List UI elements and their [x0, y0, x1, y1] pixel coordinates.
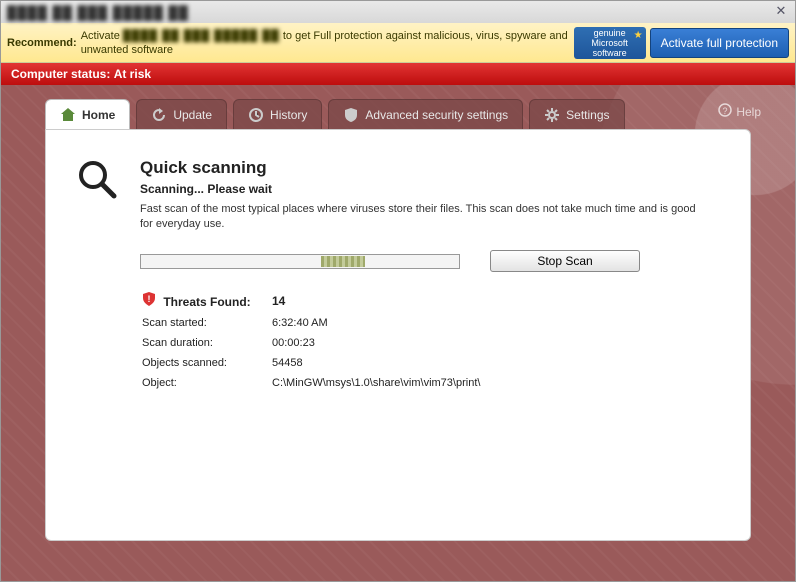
threats-found-label: Threats Found:: [163, 295, 250, 309]
content-panel: Quick scanning Scanning... Please wait F…: [45, 129, 751, 541]
scan-started-value: 6:32:40 AM: [272, 317, 328, 329]
window-titlebar: ████ ██ ███ █████ ██ ✕: [1, 1, 795, 23]
tab-update-label: Update: [173, 108, 212, 122]
history-icon: [248, 107, 264, 123]
svg-text:!: !: [148, 294, 151, 304]
threats-found-value: 14: [272, 294, 285, 308]
stop-scan-button[interactable]: Stop Scan: [490, 250, 640, 272]
tab-history[interactable]: History: [233, 99, 322, 129]
genuine-line2: Microsoft: [591, 38, 628, 48]
genuine-badge: ★ genuine Microsoft software: [574, 27, 646, 59]
scan-duration-value: 00:00:23: [272, 337, 315, 349]
scan-description: Fast scan of the most typical places whe…: [140, 202, 700, 232]
scan-title: Quick scanning: [140, 158, 720, 178]
help-label: Help: [736, 105, 761, 119]
objects-scanned-label: Objects scanned:: [142, 357, 272, 369]
shield-icon: [343, 107, 359, 123]
recommend-text: Activate ████ ██ ███ █████ ██ to get Ful…: [81, 29, 574, 57]
help-link[interactable]: ? Help: [718, 103, 761, 120]
current-object-row: Object: C:\MinGW\msys\1.0\share\vim\vim7…: [142, 377, 720, 389]
help-icon: ?: [718, 103, 732, 120]
scan-progress-bar: [140, 254, 460, 269]
activate-full-protection-button[interactable]: Activate full protection: [650, 28, 789, 58]
scan-started-label: Scan started:: [142, 317, 272, 329]
current-object-value: C:\MinGW\msys\1.0\share\vim\vim73\print\: [272, 377, 480, 389]
tab-update[interactable]: Update: [136, 99, 227, 129]
recommend-text-blur: ████ ██ ███ █████ ██: [123, 30, 280, 42]
magnifier-icon: [76, 158, 122, 397]
home-icon: [60, 107, 76, 123]
scan-started-row: Scan started: 6:32:40 AM: [142, 317, 720, 329]
scan-duration-row: Scan duration: 00:00:23: [142, 337, 720, 349]
tab-settings-label: Settings: [566, 108, 609, 122]
star-icon: ★: [634, 30, 643, 41]
threats-found-row: ! Threats Found: 14: [142, 292, 720, 309]
recommend-bar: Recommend: Activate ████ ██ ███ █████ ██…: [1, 23, 795, 63]
objects-scanned-value: 54458: [272, 357, 303, 369]
window-title: ████ ██ ███ █████ ██: [7, 5, 773, 20]
threat-shield-icon: !: [142, 292, 156, 306]
scan-stats: ! Threats Found: 14 Scan started: 6:32:4…: [142, 292, 720, 389]
close-icon[interactable]: ✕: [773, 5, 789, 19]
scan-subtitle: Scanning... Please wait: [140, 182, 720, 196]
genuine-line3: software: [593, 48, 627, 58]
tab-home-label: Home: [82, 108, 115, 122]
main-area: Home Update History Advanced security se…: [1, 85, 795, 581]
status-value: At risk: [114, 67, 151, 81]
objects-scanned-row: Objects scanned: 54458: [142, 357, 720, 369]
tab-history-label: History: [270, 108, 307, 122]
tab-advanced-label: Advanced security settings: [365, 108, 508, 122]
tab-settings[interactable]: Settings: [529, 99, 624, 129]
genuine-line1: genuine: [594, 28, 626, 38]
progress-indicator: [321, 256, 365, 267]
current-object-label: Object:: [142, 377, 272, 389]
tab-advanced-security[interactable]: Advanced security settings: [328, 99, 523, 129]
status-label: Computer status:: [11, 67, 110, 81]
recommend-label: Recommend:: [7, 37, 77, 49]
recommend-text-pre: Activate: [81, 30, 123, 42]
update-icon: [151, 107, 167, 123]
tab-home[interactable]: Home: [45, 99, 130, 129]
gear-icon: [544, 107, 560, 123]
tab-strip: Home Update History Advanced security se…: [1, 85, 795, 129]
svg-text:?: ?: [723, 106, 728, 116]
scan-duration-label: Scan duration:: [142, 337, 272, 349]
computer-status-bar: Computer status: At risk: [1, 63, 795, 85]
